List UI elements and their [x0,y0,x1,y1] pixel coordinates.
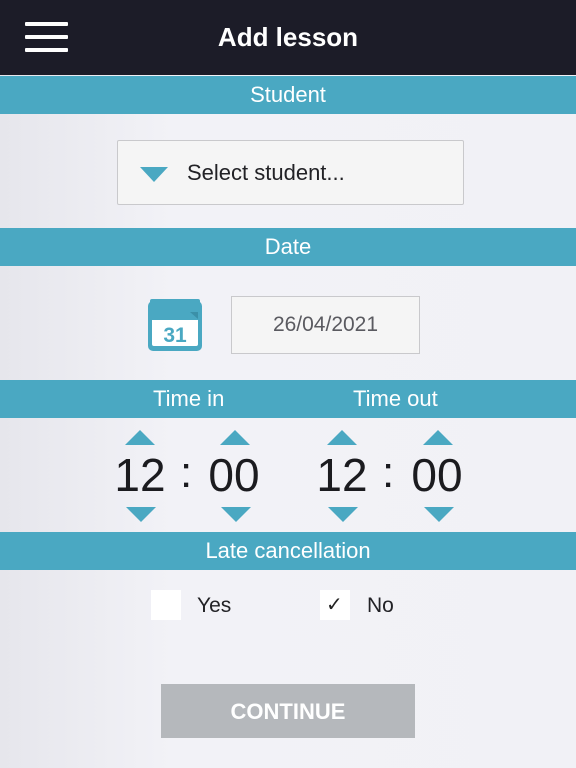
time-in-label: Time in [153,386,225,411]
student-select-placeholder: Select student... [187,160,345,185]
menu-line [25,48,68,52]
time-out-separator: : [382,448,395,497]
time-in-minutes: 00 [208,449,260,501]
time-section-header: Time in Time out [0,380,576,418]
page-title: Add lesson [217,22,359,52]
late-cancellation-no-label: No [367,594,394,617]
continue-button[interactable]: CONTINUE [161,684,415,738]
late-cancellation-label: Late cancellation [205,538,371,563]
time-out-hours-down-icon[interactable] [328,507,358,522]
late-cancellation-yes-checkbox[interactable] [151,590,181,620]
student-section-header: Student [0,76,576,114]
time-out-minutes-down-icon[interactable] [424,507,454,522]
late-cancellation-section-header: Late cancellation [0,532,576,570]
menu-line [25,35,68,39]
checkmark-icon: ✓ [326,594,343,616]
late-cancellation-no-checkbox[interactable]: ✓ [320,590,350,620]
student-section-label: Student [250,82,326,107]
calendar-icon[interactable]: 31 [146,297,204,353]
hamburger-menu-icon[interactable] [25,22,68,54]
time-in-hours-up-icon[interactable] [125,430,155,445]
time-out-label: Time out [353,386,438,411]
time-out-hours: 12 [316,449,368,501]
time-out-minutes-up-icon[interactable] [423,430,453,445]
calendar-day-number: 31 [163,324,187,347]
date-section-header: Date [0,228,576,266]
time-in-separator: : [180,448,193,497]
time-out-hours-up-icon[interactable] [327,430,357,445]
dropdown-triangle-icon [140,167,168,182]
date-section-label: Date [264,234,312,259]
late-cancellation-yes-label: Yes [197,594,232,617]
top-bar: Add lesson [0,0,576,75]
time-in-minutes-up-icon[interactable] [220,430,250,445]
date-field[interactable]: 26/04/2021 [231,296,420,354]
time-in-hours-down-icon[interactable] [126,507,156,522]
student-select-dropdown[interactable]: Select student... [117,140,464,205]
time-out-minutes: 00 [411,449,463,501]
time-in-minutes-down-icon[interactable] [221,507,251,522]
time-in-hours: 12 [114,449,166,501]
menu-line [25,22,68,26]
